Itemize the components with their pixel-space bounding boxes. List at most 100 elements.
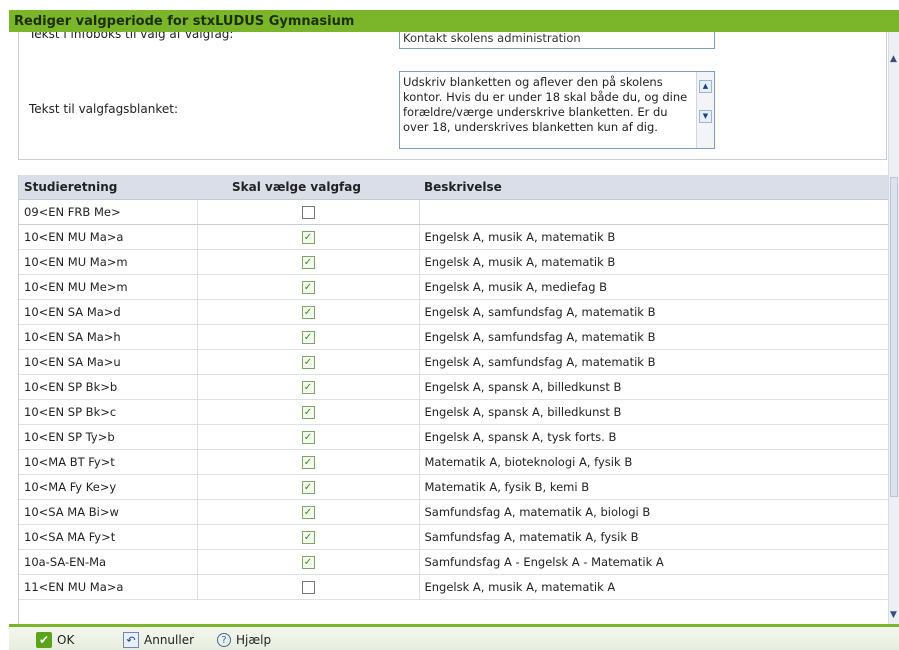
scrollbar-thumb[interactable] bbox=[890, 177, 898, 497]
skal-vaelge-checkbox[interactable]: ✓ bbox=[301, 406, 315, 419]
form-section: Tekst i infoboks til valg af valgfag: Ko… bbox=[18, 32, 887, 160]
blanket-label: Tekst til valgfagsblanket: bbox=[29, 102, 178, 116]
checkbox-cell bbox=[197, 574, 420, 600]
studieretning-cell: 10<SA MA Fy>t bbox=[19, 524, 198, 550]
skal-vaelge-checkbox[interactable]: ✓ bbox=[301, 356, 315, 369]
table-row[interactable]: 09<EN FRB Me> bbox=[19, 199, 888, 225]
table-row[interactable]: 10<EN MU Ma>a ✓ Engelsk A, musik A, matema… bbox=[19, 224, 888, 250]
checkbox-cell: ✓ bbox=[197, 499, 420, 525]
studieretning-cell: 09<EN FRB Me> bbox=[19, 199, 198, 225]
scroll-up-icon[interactable]: ▲ bbox=[890, 54, 897, 64]
cancel-button[interactable]: ↶ Annuller bbox=[123, 631, 194, 649]
studieretning-cell: 10<EN SP Bk>c bbox=[19, 399, 198, 425]
skal-vaelge-checkbox[interactable]: ✓ bbox=[301, 481, 315, 494]
beskrivelse-cell: Engelsk A, spansk A, billedkunst B bbox=[419, 399, 888, 425]
skal-vaelge-checkbox[interactable]: ✓ bbox=[301, 381, 315, 394]
skal-vaelge-checkbox[interactable] bbox=[301, 581, 315, 594]
table-row[interactable]: 10<EN SP Bk>c ✓ Engelsk A, spansk A, bille… bbox=[19, 399, 888, 425]
infobox-label: Tekst i infoboks til valg af valgfag: bbox=[29, 32, 234, 41]
table-row[interactable]: 10a-SA-EN-Ma ✓ Samfundsfag A - Engelsk A -… bbox=[19, 549, 888, 575]
studieretning-cell: 10<EN MU Me>m bbox=[19, 274, 198, 300]
page-scrollbar[interactable]: ▲ ▼ bbox=[888, 32, 899, 624]
table-row[interactable]: 10<EN SA Ma>h ✓ Engelsk A, samfundsfag A, … bbox=[19, 324, 888, 350]
dialog-content: Tekst i infoboks til valg af valgfag: Ko… bbox=[9, 32, 888, 624]
help-icon: ? bbox=[217, 633, 231, 647]
studieretning-cell: 10<EN SP Bk>b bbox=[19, 374, 198, 400]
table-row[interactable]: 10<MA Fy Ke>y ✓ Matematik A, fysik B, kemi… bbox=[19, 474, 888, 500]
column-header-studieretning[interactable]: Studieretning bbox=[19, 175, 197, 200]
column-header-skal-vaelge[interactable]: Skal vælge valgfag bbox=[197, 175, 419, 200]
beskrivelse-cell: Engelsk A, samfundsfag A, matematik B bbox=[419, 299, 888, 325]
skal-vaelge-checkbox[interactable]: ✓ bbox=[301, 531, 315, 544]
dialog-title: Rediger valgperiode for stxLUDUS Gymnasi… bbox=[9, 10, 899, 32]
checkbox-cell: ✓ bbox=[197, 324, 420, 350]
studieretning-cell: 10<EN SA Ma>d bbox=[19, 299, 198, 325]
table-row[interactable]: 10<EN SA Ma>d ✓ Engelsk A, samfundsfag A, … bbox=[19, 299, 888, 325]
checkmark-icon: ✔ bbox=[36, 632, 52, 648]
table-row[interactable]: 10<SA MA Bi>w ✓ Samfundsfag A, matematik A… bbox=[19, 499, 888, 525]
beskrivelse-cell: Engelsk A, musik A, matematik B bbox=[419, 224, 888, 250]
textarea-scrollbar[interactable]: ▲ ▼ bbox=[696, 72, 714, 148]
column-header-beskrivelse[interactable]: Beskrivelse bbox=[419, 175, 888, 200]
checkbox-cell: ✓ bbox=[197, 299, 420, 325]
skal-vaelge-checkbox[interactable]: ✓ bbox=[301, 256, 315, 269]
table-row[interactable]: 10<EN SP Ty>b ✓ Engelsk A, spansk A, tysk … bbox=[19, 424, 888, 450]
skal-vaelge-checkbox[interactable]: ✓ bbox=[301, 506, 315, 519]
studieretning-cell: 10<EN MU Ma>a bbox=[19, 224, 198, 250]
skal-vaelge-checkbox[interactable]: ✓ bbox=[301, 456, 315, 469]
scroll-down-icon[interactable]: ▼ bbox=[890, 610, 897, 620]
beskrivelse-cell: Engelsk A, musik A, matematik B bbox=[419, 249, 888, 275]
skal-vaelge-checkbox[interactable]: ✓ bbox=[301, 231, 315, 244]
checkbox-cell: ✓ bbox=[197, 274, 420, 300]
table-row[interactable]: 10<EN SP Bk>b ✓ Engelsk A, spansk A, bille… bbox=[19, 374, 888, 400]
studieretning-cell: 10<SA MA Bi>w bbox=[19, 499, 198, 525]
studieretning-cell: 11<EN MU Ma>a bbox=[19, 574, 198, 600]
checkbox-cell: ✓ bbox=[197, 249, 420, 275]
beskrivelse-cell: Samfundsfag A, matematik A, biologi B bbox=[419, 499, 888, 525]
table-row[interactable]: 11<EN MU Ma>a Engelsk A, musik A, matemat… bbox=[19, 574, 888, 600]
beskrivelse-cell: Engelsk A, spansk A, tysk forts. B bbox=[419, 424, 888, 450]
checkbox-cell: ✓ bbox=[197, 424, 420, 450]
beskrivelse-cell: Samfundsfag A, matematik A, fysik B bbox=[419, 524, 888, 550]
studieretning-cell: 10a-SA-EN-Ma bbox=[19, 549, 198, 575]
blanket-text: Udskriv blanketten og aflever den på sko… bbox=[403, 75, 688, 134]
skal-vaelge-checkbox[interactable]: ✓ bbox=[301, 331, 315, 344]
checkbox-cell bbox=[197, 199, 420, 225]
ok-button[interactable]: ✔ OK bbox=[36, 631, 74, 649]
checkbox-cell: ✓ bbox=[197, 349, 420, 375]
skal-vaelge-checkbox[interactable]: ✓ bbox=[301, 281, 315, 294]
help-label: Hjælp bbox=[236, 633, 272, 647]
beskrivelse-cell: Matematik A, fysik B, kemi B bbox=[419, 474, 888, 500]
skal-vaelge-checkbox[interactable]: ✓ bbox=[301, 431, 315, 444]
skal-vaelge-checkbox[interactable]: ✓ bbox=[301, 556, 315, 569]
beskrivelse-cell: Engelsk A, musik A, matematik A bbox=[419, 574, 888, 600]
studieretning-cell: 10<EN SP Ty>b bbox=[19, 424, 198, 450]
checkbox-cell: ✓ bbox=[197, 399, 420, 425]
table-row[interactable]: 10<MA BT Fy>t ✓ Matematik A, bioteknologi … bbox=[19, 449, 888, 475]
infobox-input[interactable]: Kontakt skolens administration bbox=[399, 32, 715, 49]
checkbox-cell: ✓ bbox=[197, 224, 420, 250]
studieretning-cell: 10<MA BT Fy>t bbox=[19, 449, 198, 475]
button-bar: ✔ OK ↶ Annuller ? Hjælp bbox=[9, 624, 899, 650]
studieretning-table: Studieretning Skal vælge valgfag Beskriv… bbox=[18, 175, 888, 624]
table-row[interactable]: 10<SA MA Fy>t ✓ Samfundsfag A, matematik A… bbox=[19, 524, 888, 550]
checkbox-cell: ✓ bbox=[197, 524, 420, 550]
help-button[interactable]: ? Hjælp bbox=[217, 631, 271, 649]
blanket-textarea[interactable]: Udskriv blanketten og aflever den på sko… bbox=[399, 71, 715, 149]
checkbox-cell: ✓ bbox=[197, 474, 420, 500]
checkbox-cell: ✓ bbox=[197, 449, 420, 475]
ok-label: OK bbox=[57, 633, 75, 647]
beskrivelse-cell: Engelsk A, spansk A, billedkunst B bbox=[419, 374, 888, 400]
table-row[interactable]: 10<EN MU Ma>m ✓ Engelsk A, musik A, matema… bbox=[19, 249, 888, 275]
table-row[interactable]: 10<EN MU Me>m ✓ Engelsk A, musik A, medief… bbox=[19, 274, 888, 300]
beskrivelse-cell: Engelsk A, musik A, mediefag B bbox=[419, 274, 888, 300]
beskrivelse-cell bbox=[419, 199, 888, 225]
studieretning-cell: 10<EN MU Ma>m bbox=[19, 249, 198, 275]
scroll-up-icon[interactable]: ▲ bbox=[699, 80, 712, 93]
skal-vaelge-checkbox[interactable] bbox=[301, 206, 315, 219]
table-row[interactable]: 10<EN SA Ma>u ✓ Engelsk A, samfundsfag A, … bbox=[19, 349, 888, 375]
studieretning-cell: 10<MA Fy Ke>y bbox=[19, 474, 198, 500]
beskrivelse-cell: Matematik A, bioteknologi A, fysik B bbox=[419, 449, 888, 475]
scroll-down-icon[interactable]: ▼ bbox=[699, 110, 712, 123]
skal-vaelge-checkbox[interactable]: ✓ bbox=[301, 306, 315, 319]
